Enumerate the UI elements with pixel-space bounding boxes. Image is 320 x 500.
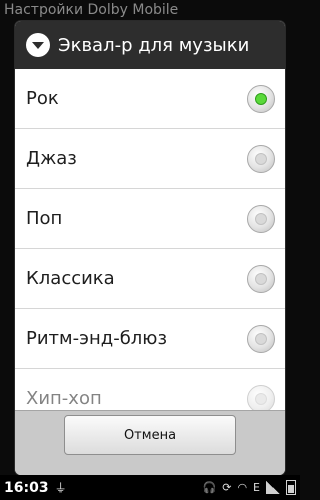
radio-unchecked-icon[interactable] bbox=[247, 264, 275, 293]
dropdown-arrow-icon bbox=[26, 33, 50, 57]
list-item-label: Поп bbox=[26, 208, 63, 229]
usb-icon: ⏚ bbox=[54, 481, 67, 495]
equalizer-dialog: Эквал-р для музыки Рок Джаз Поп Классика… bbox=[15, 21, 285, 475]
status-time: 16:03 bbox=[4, 479, 49, 496]
dialog-header: Эквал-р для музыки bbox=[15, 21, 285, 69]
list-item-jazz[interactable]: Джаз bbox=[15, 129, 285, 189]
radio-unchecked-icon[interactable] bbox=[247, 144, 275, 173]
radio-unchecked-icon[interactable] bbox=[247, 204, 275, 233]
list-item-pop[interactable]: Поп bbox=[15, 189, 285, 249]
dialog-title: Эквал-р для музыки bbox=[58, 34, 250, 56]
list-item-rock[interactable]: Рок bbox=[15, 69, 285, 129]
list-item-classic[interactable]: Классика bbox=[15, 249, 285, 309]
list-item-label: Классика bbox=[26, 268, 115, 289]
signal-icon bbox=[266, 481, 280, 494]
battery-icon bbox=[286, 480, 296, 495]
network-type-label: E bbox=[253, 481, 260, 494]
list-item-label: Хип-хоп bbox=[26, 388, 102, 409]
list-item-label: Джаз bbox=[26, 148, 77, 169]
status-bar: 16:03 ⏚ 🎧 ⟳ ◠ E bbox=[0, 475, 300, 500]
radio-unchecked-icon[interactable] bbox=[247, 324, 275, 353]
list-item-label: Рок bbox=[26, 88, 59, 109]
background-app-title: Настройки Dolby Mobile bbox=[4, 2, 179, 18]
radio-unchecked-icon[interactable] bbox=[247, 384, 275, 413]
dialog-footer: Отмена bbox=[15, 410, 285, 475]
radio-checked-icon[interactable] bbox=[247, 84, 275, 113]
cancel-button[interactable]: Отмена bbox=[64, 415, 236, 455]
headset-icon: 🎧 bbox=[202, 481, 217, 494]
status-icons: 🎧 ⟳ ◠ E bbox=[203, 480, 296, 495]
list-item-rnb[interactable]: Ритм-энд-блюз bbox=[15, 309, 285, 369]
wifi-icon: ◠ bbox=[237, 481, 248, 494]
list-item-label: Ритм-энд-блюз bbox=[26, 328, 168, 349]
sync-icon: ⟳ bbox=[222, 481, 232, 494]
equalizer-list[interactable]: Рок Джаз Поп Классика Ритм-энд-блюз Хип-… bbox=[15, 69, 285, 431]
